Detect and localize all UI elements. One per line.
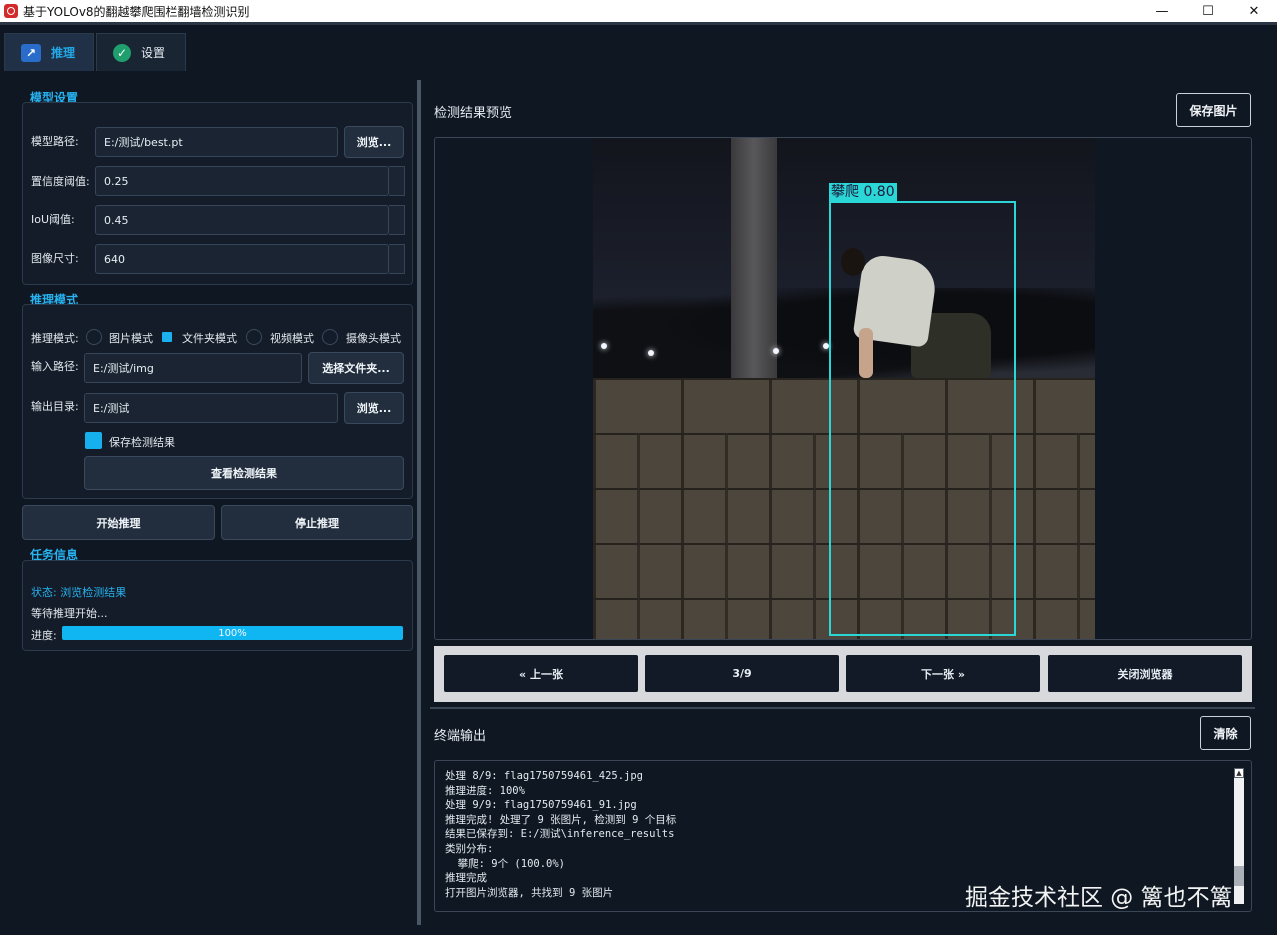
image-pillar xyxy=(731,138,777,383)
conf-input[interactable]: 0.25 xyxy=(95,166,389,196)
save-image-button[interactable]: 保存图片 xyxy=(1176,93,1251,127)
image-light xyxy=(601,343,607,349)
iou-label: IoU阈值: xyxy=(31,213,75,226)
terminal-line: 结果已保存到: E:/测试\inference_results xyxy=(445,828,675,841)
model-path-label: 模型路径: xyxy=(31,135,79,148)
progress-label: 进度: xyxy=(31,629,57,642)
next-image-button[interactable]: 下一张 » xyxy=(846,655,1040,692)
preview-title: 检测结果预览 xyxy=(434,106,513,121)
view-results-button[interactable]: 查看检测结果 xyxy=(84,456,404,490)
video-mode-label: 视频模式 xyxy=(270,332,314,345)
start-inference-button[interactable]: 开始推理 xyxy=(22,505,215,540)
terminal-line: 处理 8/9: flag1750759461_425.jpg xyxy=(445,770,644,782)
imgsz-label: 图像尺寸: xyxy=(31,252,79,265)
model-browse-button[interactable]: 浏览... xyxy=(344,126,404,158)
app-logo-icon xyxy=(4,4,18,18)
detection-image: 攀爬 0.80 xyxy=(593,138,1095,639)
folder-mode-label: 文件夹模式 xyxy=(182,332,237,345)
image-light xyxy=(648,350,654,356)
image-light xyxy=(773,348,779,354)
mode-label: 推理模式: xyxy=(31,332,79,345)
watermark: 掘金技术社区 @ 篱也不篱 xyxy=(965,885,1233,911)
terminal-line: 攀爬: 9个 (100.0%) xyxy=(445,857,566,870)
window-title: 基于YOLOv8的翻越攀爬围栏翻墙检测识别 xyxy=(23,4,250,19)
input-path-input[interactable]: E:/测试/img xyxy=(84,353,302,383)
status-text: 状态: 浏览检测结果 xyxy=(31,586,127,599)
output-browse-button[interactable]: 浏览... xyxy=(344,392,404,424)
detection-box xyxy=(829,201,1016,636)
detection-label: 攀爬 0.80 xyxy=(829,183,897,202)
imgsz-stepper[interactable] xyxy=(389,244,405,274)
radio-image-mode[interactable] xyxy=(86,329,102,345)
imgsz-input[interactable]: 640 xyxy=(95,244,389,274)
model-path-input[interactable]: E:/测试/best.pt xyxy=(95,127,338,157)
chart-icon: ↗ xyxy=(21,43,41,62)
save-results-label: 保存检测结果 xyxy=(109,436,175,449)
terminal-line: 类别分布: xyxy=(445,842,494,855)
title-bar: 基于YOLOv8的翻越攀爬围栏翻墙检测识别 — ☐ ✕ xyxy=(0,0,1277,22)
check-icon: ✓ xyxy=(113,43,131,62)
tab-inference[interactable]: ↗ 推理 xyxy=(4,33,94,71)
select-folder-button[interactable]: 选择文件夹... xyxy=(308,352,404,384)
radio-camera-mode[interactable] xyxy=(322,329,338,345)
terminal-line: 推理进度: 100% xyxy=(445,784,525,797)
section-divider xyxy=(430,707,1255,709)
panel-splitter[interactable] xyxy=(417,80,421,925)
scroll-up-icon[interactable]: ▲ xyxy=(1234,768,1244,778)
stop-inference-button[interactable]: 停止推理 xyxy=(221,505,413,540)
iou-input[interactable]: 0.45 xyxy=(95,205,389,235)
output-dir-label: 输出目录: xyxy=(31,400,79,413)
camera-mode-label: 摄像头模式 xyxy=(346,332,401,345)
radio-folder-mode[interactable] xyxy=(162,332,172,342)
preview-panel: 攀爬 0.80 xyxy=(434,137,1252,640)
tab-label: 推理 xyxy=(51,46,76,60)
conf-label: 置信度阈值: xyxy=(31,175,90,188)
prev-image-button[interactable]: « 上一张 xyxy=(444,655,638,692)
waiting-text: 等待推理开始... xyxy=(31,607,108,620)
terminal-scroll-thumb[interactable] xyxy=(1234,866,1244,886)
save-results-checkbox[interactable] xyxy=(85,432,102,449)
image-mode-label: 图片模式 xyxy=(109,332,153,345)
input-path-label: 输入路径: xyxy=(31,360,79,373)
output-dir-input[interactable]: E:/测试 xyxy=(84,393,338,423)
clear-button[interactable]: 清除 xyxy=(1200,716,1251,750)
tab-label: 设置 xyxy=(141,46,166,60)
terminal-line: 处理 9/9: flag1750759461_91.jpg xyxy=(445,799,637,812)
page-indicator: 3/9 xyxy=(645,655,839,692)
terminal-line: 推理完成! 处理了 9 张图片, 检测到 9 个目标 xyxy=(445,813,677,826)
conf-stepper[interactable] xyxy=(389,166,405,196)
close-button[interactable]: ✕ xyxy=(1231,0,1277,22)
terminal-title: 终端输出 xyxy=(434,729,487,744)
title-divider xyxy=(0,22,1277,25)
image-navigator: « 上一张 3/9 下一张 » 关闭浏览器 xyxy=(434,646,1252,702)
close-browser-button[interactable]: 关闭浏览器 xyxy=(1048,655,1242,692)
minimize-button[interactable]: — xyxy=(1139,0,1185,22)
progress-bar: 100% xyxy=(62,626,403,640)
tab-bar: ↗ 推理 ✓ 设置 xyxy=(4,33,188,71)
tab-settings[interactable]: ✓ 设置 xyxy=(96,33,186,71)
radio-video-mode[interactable] xyxy=(246,329,262,345)
iou-stepper[interactable] xyxy=(389,205,405,235)
maximize-button[interactable]: ☐ xyxy=(1185,0,1231,22)
